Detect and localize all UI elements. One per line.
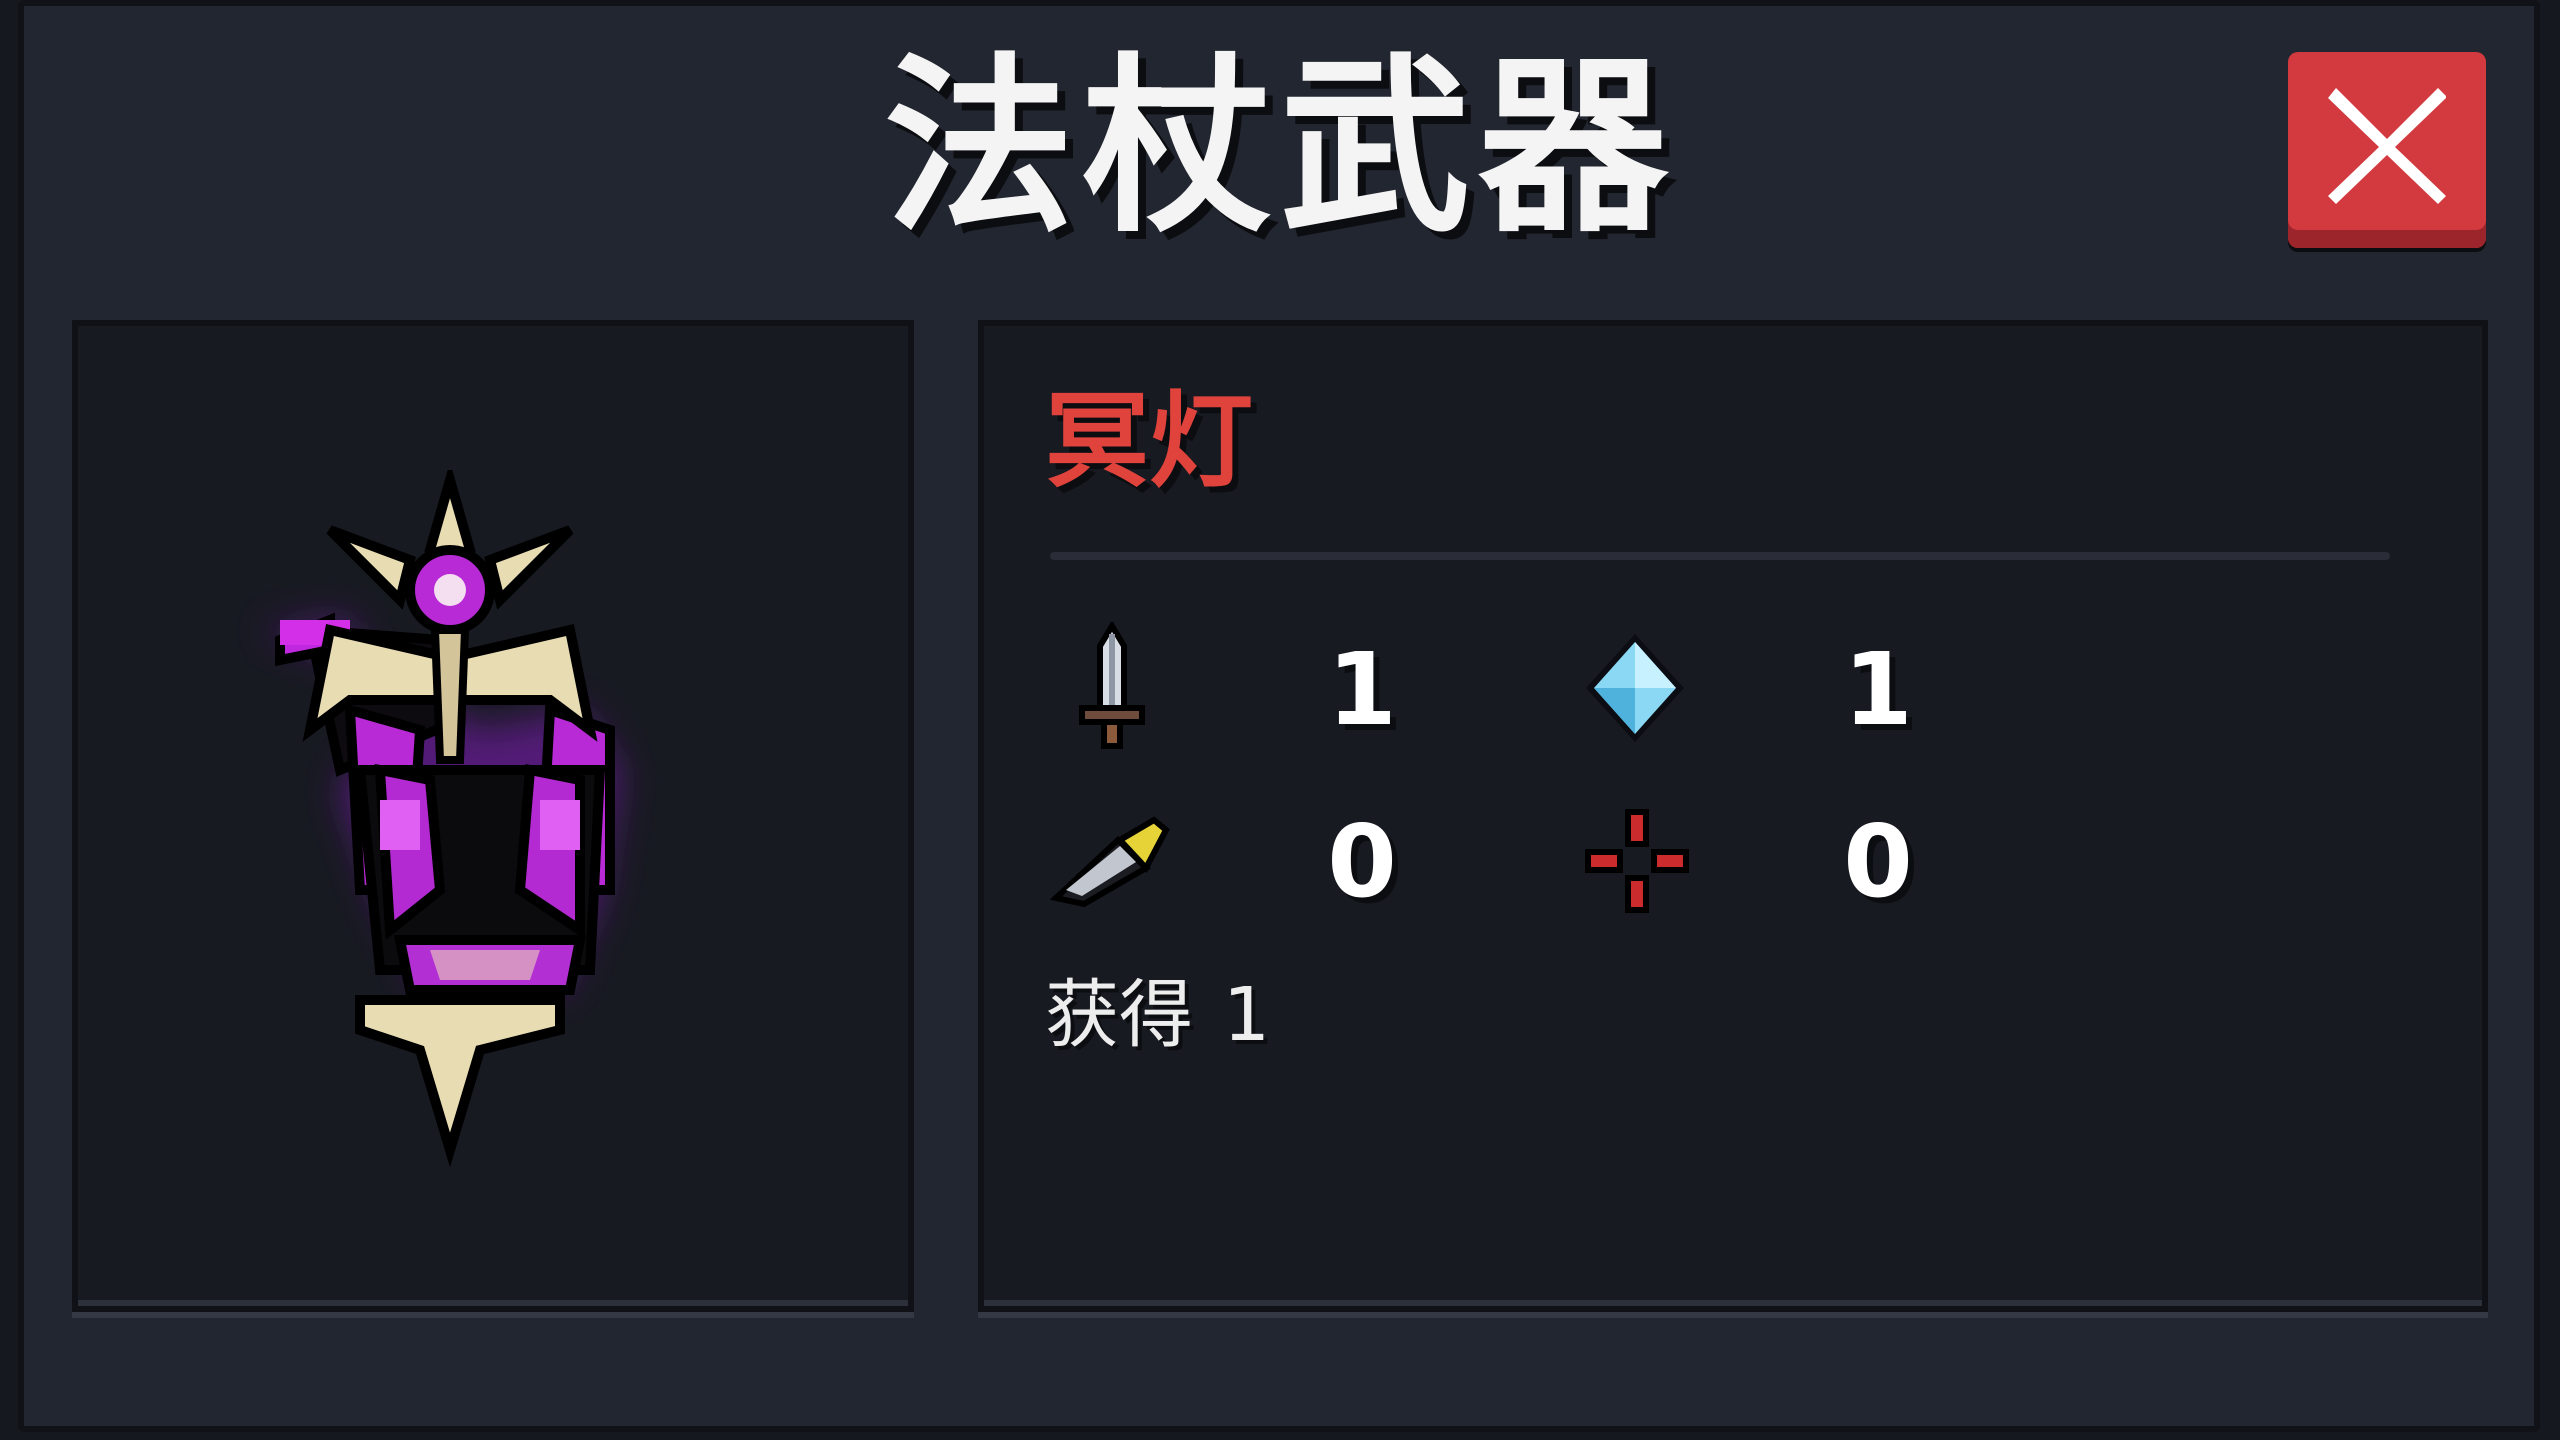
close-button[interactable] (2288, 52, 2486, 248)
accuracy-value: 0 (1843, 803, 1913, 920)
energy-value: 1 (1843, 631, 1913, 748)
diamond-energy-icon (1586, 634, 1684, 742)
acquired-count: 1 (1223, 972, 1271, 1058)
acquired-text: 获得 1 (1045, 970, 1270, 1060)
crit-value: 0 (1327, 803, 1397, 920)
damage-value: 1 (1327, 631, 1397, 748)
divider (1050, 552, 2390, 560)
crosshair-accuracy-icon (1585, 809, 1689, 913)
sword-damage-icon (1079, 622, 1145, 749)
acquired-label: 获得 (1045, 972, 1193, 1058)
close-x-icon (2328, 88, 2446, 204)
dialog-title: 法杖武器 (883, 37, 1676, 258)
weapon-sprite (260, 470, 620, 1168)
weapon-name: 冥灯 (1045, 380, 1254, 502)
bullet-crit-icon (1049, 816, 1170, 908)
